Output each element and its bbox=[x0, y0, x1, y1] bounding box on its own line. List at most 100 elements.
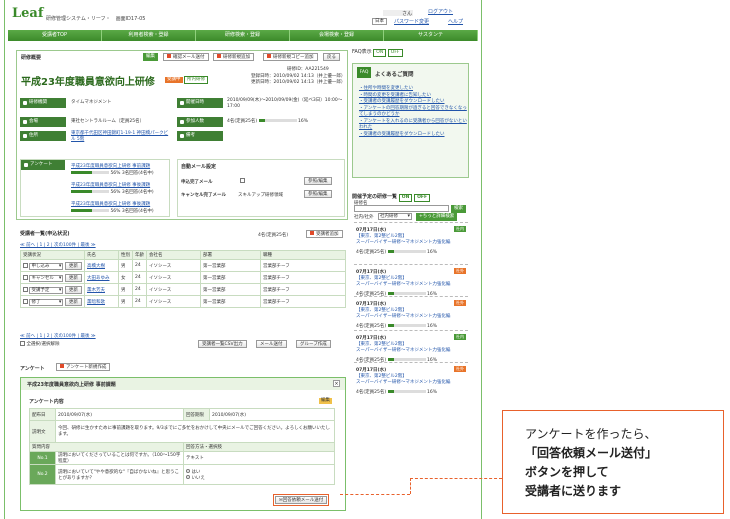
student-age: 24 bbox=[132, 295, 147, 308]
upcoming-filter-select[interactable]: 社内研修 bbox=[378, 213, 412, 220]
mail-send-button[interactable]: メール送付 bbox=[256, 340, 287, 348]
row-checkbox[interactable] bbox=[23, 286, 28, 292]
table-row: 申し込み 更新 高橋大樹 男 24 イソシース 第一営業部 営業部チーフ bbox=[20, 259, 346, 272]
student-dept: 第一営業部 bbox=[200, 295, 261, 308]
callout-connector-h bbox=[340, 494, 410, 495]
nav-venue-search[interactable]: 会場検索・登録 bbox=[290, 30, 384, 41]
pager-top[interactable]: ≪ 前へ | 1 | 2 | 次の100件 | 最後 ≫ bbox=[20, 242, 96, 248]
status-select[interactable]: キャンセル bbox=[29, 274, 64, 282]
q1-type: テキスト bbox=[183, 451, 335, 465]
callout-line1: アンケートを作ったら、 bbox=[525, 427, 657, 441]
student-dept: 第一営業部 bbox=[200, 271, 261, 284]
faq-off-button[interactable]: OFF bbox=[387, 49, 403, 57]
back-button[interactable]: 戻る bbox=[323, 53, 340, 61]
upcoming-search-input[interactable] bbox=[354, 205, 449, 212]
callout-line2: 「回答依頼メール送付」 bbox=[525, 446, 658, 460]
faq-toggle: FAQ表示 ON OFF bbox=[352, 48, 403, 57]
logout-link[interactable]: ログアウト bbox=[428, 8, 453, 15]
type-tag: 所内研修 bbox=[184, 76, 209, 84]
training-copy-button[interactable]: 研修新規コピー追加 bbox=[263, 53, 318, 61]
event-date: 07月17日(水) bbox=[356, 336, 387, 341]
select-all[interactable]: 全選択/選択解除 bbox=[20, 341, 59, 347]
event-badge: 社外 bbox=[454, 300, 466, 306]
nav-user-search[interactable]: 利用者検索・登録 bbox=[102, 30, 196, 41]
status-select[interactable]: 修了 bbox=[29, 298, 64, 306]
survey-item-link[interactable]: 平成23年度職員意欲向上研修 事前課題 bbox=[71, 163, 154, 169]
pager-bottom[interactable]: ≪ 前へ | 1 | 2 | 次の100件 | 最後 ≫ bbox=[20, 333, 96, 339]
event-title: 【東京、第2整ビル2階】 スーパーバイザー研修〜マネジメント力強化編 bbox=[356, 374, 451, 385]
nav-student-top[interactable]: 受講者TOP bbox=[8, 30, 102, 41]
student-age: 24 bbox=[132, 271, 147, 284]
table-row: キャンセル 更新 大田あゆみ 女 24 イソシース 第一営業部 営業部チーフ bbox=[20, 271, 346, 284]
callout-line4: 受講者に送ります bbox=[525, 484, 622, 498]
send-request-mail-button[interactable]: ✉回答依頼メール送付 bbox=[275, 496, 328, 504]
faq-on-button[interactable]: ON bbox=[373, 49, 387, 57]
survey-item-link[interactable]: 平成23年度職員意欲向上研修 事後課題 bbox=[71, 201, 154, 207]
upcoming-search-button[interactable]: 検索 bbox=[451, 205, 466, 213]
status-select[interactable]: 申し込み bbox=[29, 262, 64, 270]
student-name[interactable]: 大田あゆみ bbox=[84, 271, 119, 284]
row-checkbox[interactable] bbox=[23, 262, 28, 268]
update-button[interactable]: 更新 bbox=[64, 285, 82, 294]
survey-edit-button[interactable]: 編集 bbox=[319, 398, 332, 404]
upcoming-off-button[interactable]: OFF bbox=[414, 194, 431, 202]
event-item[interactable]: 07月17日(水) 社内 【東京、第2整ビル2階】 スーパーバイザー研修〜マネジメ… bbox=[354, 222, 468, 264]
address-link[interactable]: 東京都千代田区神田錦町1-19-1 神田橋パークビル 5階 bbox=[71, 131, 171, 143]
student-name[interactable]: 薫木芳夫 bbox=[84, 283, 119, 296]
top-bar: Leaf 研修管理システム・リーフ・ 画面ID17-05 さん ログアウト 日本… bbox=[8, 4, 478, 28]
q2-number: No.2 bbox=[29, 464, 56, 485]
event-badge: 社内 bbox=[454, 226, 466, 232]
nav-system[interactable]: サスタンテ bbox=[384, 30, 478, 41]
update-button[interactable]: 更新 bbox=[64, 297, 82, 306]
faq-item[interactable]: ・受講者の受講履歴をダウンロードしたい bbox=[359, 132, 467, 139]
people-value: 4名(定員25名) 16% bbox=[227, 119, 308, 124]
close-icon[interactable]: × bbox=[333, 380, 340, 387]
confirm-mail-button[interactable]: 確認メール送付 bbox=[163, 53, 209, 61]
students-count: 4名(定員25名) bbox=[258, 233, 289, 238]
nav-training-search[interactable]: 研修検索・登録 bbox=[196, 30, 290, 41]
training-add-button[interactable]: 研修新規追加 bbox=[213, 53, 254, 61]
overview-edit-button[interactable]: 編集 bbox=[143, 53, 158, 61]
language-select[interactable]: 日本 bbox=[372, 18, 387, 25]
password-change-link[interactable]: パスワード変更 bbox=[394, 18, 429, 25]
students-header: 受講者一覧(申込状況) bbox=[20, 231, 70, 237]
event-people: 4名(定員25名) 16% bbox=[356, 324, 437, 329]
radio-no[interactable] bbox=[186, 474, 190, 479]
group-create-button[interactable]: グループ作成 bbox=[296, 340, 331, 348]
event-badge: 社内 bbox=[454, 334, 466, 340]
student-dept: 第一営業部 bbox=[200, 259, 261, 272]
update-button[interactable]: 更新 bbox=[64, 261, 82, 270]
auto-mail-checkbox[interactable] bbox=[240, 178, 245, 183]
system-name: 研修管理システム・リーフ・ 画面ID17-05 bbox=[46, 16, 146, 22]
auto-mail-row1-edit[interactable]: 参照/編集 bbox=[304, 177, 332, 185]
help-link[interactable]: ヘルプ bbox=[448, 18, 463, 25]
row-checkbox[interactable] bbox=[23, 274, 28, 280]
upcoming-header: 開催予定の研修一覧 ON OFF bbox=[352, 193, 469, 202]
faq-item[interactable]: ・アンケートを入れるのに受講者から回答がないといわれた bbox=[359, 119, 467, 132]
event-item[interactable]: 07月17日(水) 社外 【東京、第2整ビル2階】 スーパーバイザー研修〜マネジメ… bbox=[354, 362, 468, 404]
status-select[interactable]: 受講予定 bbox=[29, 286, 64, 294]
new-survey-button[interactable]: アンケート新規作成 bbox=[56, 363, 111, 371]
update-button[interactable]: 更新 bbox=[64, 273, 82, 282]
upcoming-on-button[interactable]: ON bbox=[398, 194, 413, 202]
advanced-search-button[interactable]: +ちっと詳細検索 bbox=[416, 213, 458, 221]
radio-yes[interactable] bbox=[186, 468, 190, 473]
col-job: 職種 bbox=[260, 250, 346, 260]
faq-item[interactable]: ・アンケートの回答期限が過ぎると回答できなくなってしまうのかどうか bbox=[359, 106, 467, 119]
event-date: 07月17日(水) bbox=[356, 368, 387, 373]
survey-detail-panel: 平成23年度職員意欲向上研修 事前課題 × アンケート内容 編集 配布日 201… bbox=[20, 377, 346, 511]
student-name[interactable]: 高橋大樹 bbox=[84, 259, 119, 272]
survey-item-link[interactable]: 平成23年度職員意欲向上研修 事後課題 bbox=[71, 182, 154, 188]
people-progress bbox=[258, 119, 297, 122]
auto-mail-row2-edit[interactable]: 参照/編集 bbox=[304, 190, 332, 198]
event-date: 07月17日(水) bbox=[356, 228, 387, 233]
callout-connector bbox=[410, 478, 502, 479]
csv-export-button[interactable]: 受講者一覧CSV出力 bbox=[198, 340, 247, 348]
venue-value: 東社セントラルルーム（定員25名） bbox=[71, 119, 145, 124]
question-header: 質問内容 bbox=[29, 442, 184, 452]
student-name[interactable]: 薫暗和歌 bbox=[84, 295, 119, 308]
row-checkbox[interactable] bbox=[23, 298, 28, 304]
col-name: 氏名 bbox=[84, 250, 119, 260]
add-student-button[interactable]: 受講者追加 bbox=[306, 230, 343, 238]
survey-item: 平成23年度職員意欲向上研修 事前課題 56% 3名回答(4名中) bbox=[71, 163, 154, 176]
